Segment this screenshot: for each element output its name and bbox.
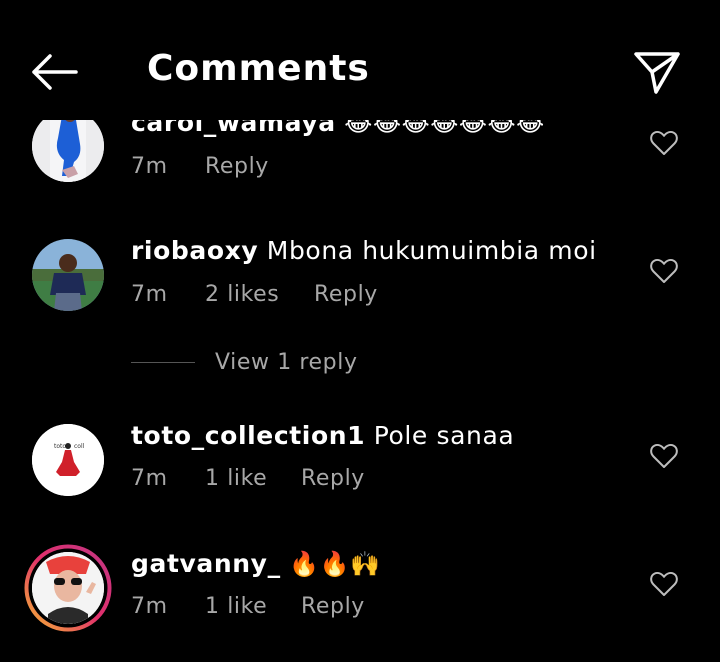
comment-reply-button[interactable]: Reply — [301, 466, 365, 491]
comment-text: Mbona hukumuimbia moi — [266, 236, 597, 265]
replies-divider — [131, 362, 195, 363]
avatar-image — [32, 552, 104, 624]
comment-username[interactable]: gatvanny_ — [131, 549, 281, 578]
comment-likes[interactable]: 2 likes — [205, 282, 314, 307]
svg-text:coll: coll — [74, 443, 85, 450]
comment-meta: 7m 1 like Reply — [131, 466, 365, 491]
comment-text-line: toto_collection1 Pole sanaa — [131, 421, 514, 450]
comment-text-line: gatvanny_ 🔥🔥🙌 — [131, 549, 381, 578]
avatar-image: toto coll — [32, 424, 104, 496]
share-button[interactable] — [630, 46, 684, 100]
comment-username[interactable]: toto_collection1 — [131, 421, 365, 450]
comment-reply-button[interactable]: Reply — [314, 282, 378, 307]
comment-time: 7m — [131, 466, 168, 491]
comment-meta: 7m Reply — [131, 154, 269, 179]
comment-likes[interactable]: 1 like — [205, 594, 301, 619]
comment-time: 7m — [131, 282, 168, 307]
comment-text: 🔥🔥🙌 — [289, 550, 381, 578]
avatar[interactable]: toto coll — [32, 424, 104, 496]
view-replies-label: View 1 reply — [215, 350, 358, 375]
page-title: Comments — [147, 48, 370, 89]
like-heart-icon[interactable] — [650, 443, 678, 469]
avatar-image — [32, 110, 104, 182]
avatar[interactable] — [32, 110, 104, 182]
comment-reply-button[interactable]: Reply — [205, 154, 269, 179]
comment-meta: 7m 2 likes Reply — [131, 282, 378, 307]
avatar-image — [32, 239, 104, 311]
avatar[interactable] — [32, 552, 104, 624]
avatar[interactable] — [32, 239, 104, 311]
svg-text:toto: toto — [54, 443, 66, 450]
comment-likes[interactable]: 1 like — [205, 466, 301, 491]
comment-reply-button[interactable]: Reply — [301, 594, 365, 619]
like-heart-icon[interactable] — [650, 258, 678, 284]
like-heart-icon[interactable] — [650, 571, 678, 597]
comment-username[interactable]: riobaoxy — [131, 236, 258, 265]
comment-time: 7m — [131, 594, 168, 619]
like-heart-icon[interactable] — [650, 130, 678, 156]
comments-header: Comments — [0, 0, 720, 120]
back-button[interactable] — [28, 48, 84, 96]
comment-meta: 7m 1 like Reply — [131, 594, 365, 619]
comment-time: 7m — [131, 154, 168, 179]
back-arrow-icon — [32, 54, 78, 90]
comment-text: Pole sanaa — [373, 421, 515, 450]
send-icon — [634, 52, 680, 94]
comment-text-line: riobaoxy Mbona hukumuimbia moi — [131, 236, 597, 265]
